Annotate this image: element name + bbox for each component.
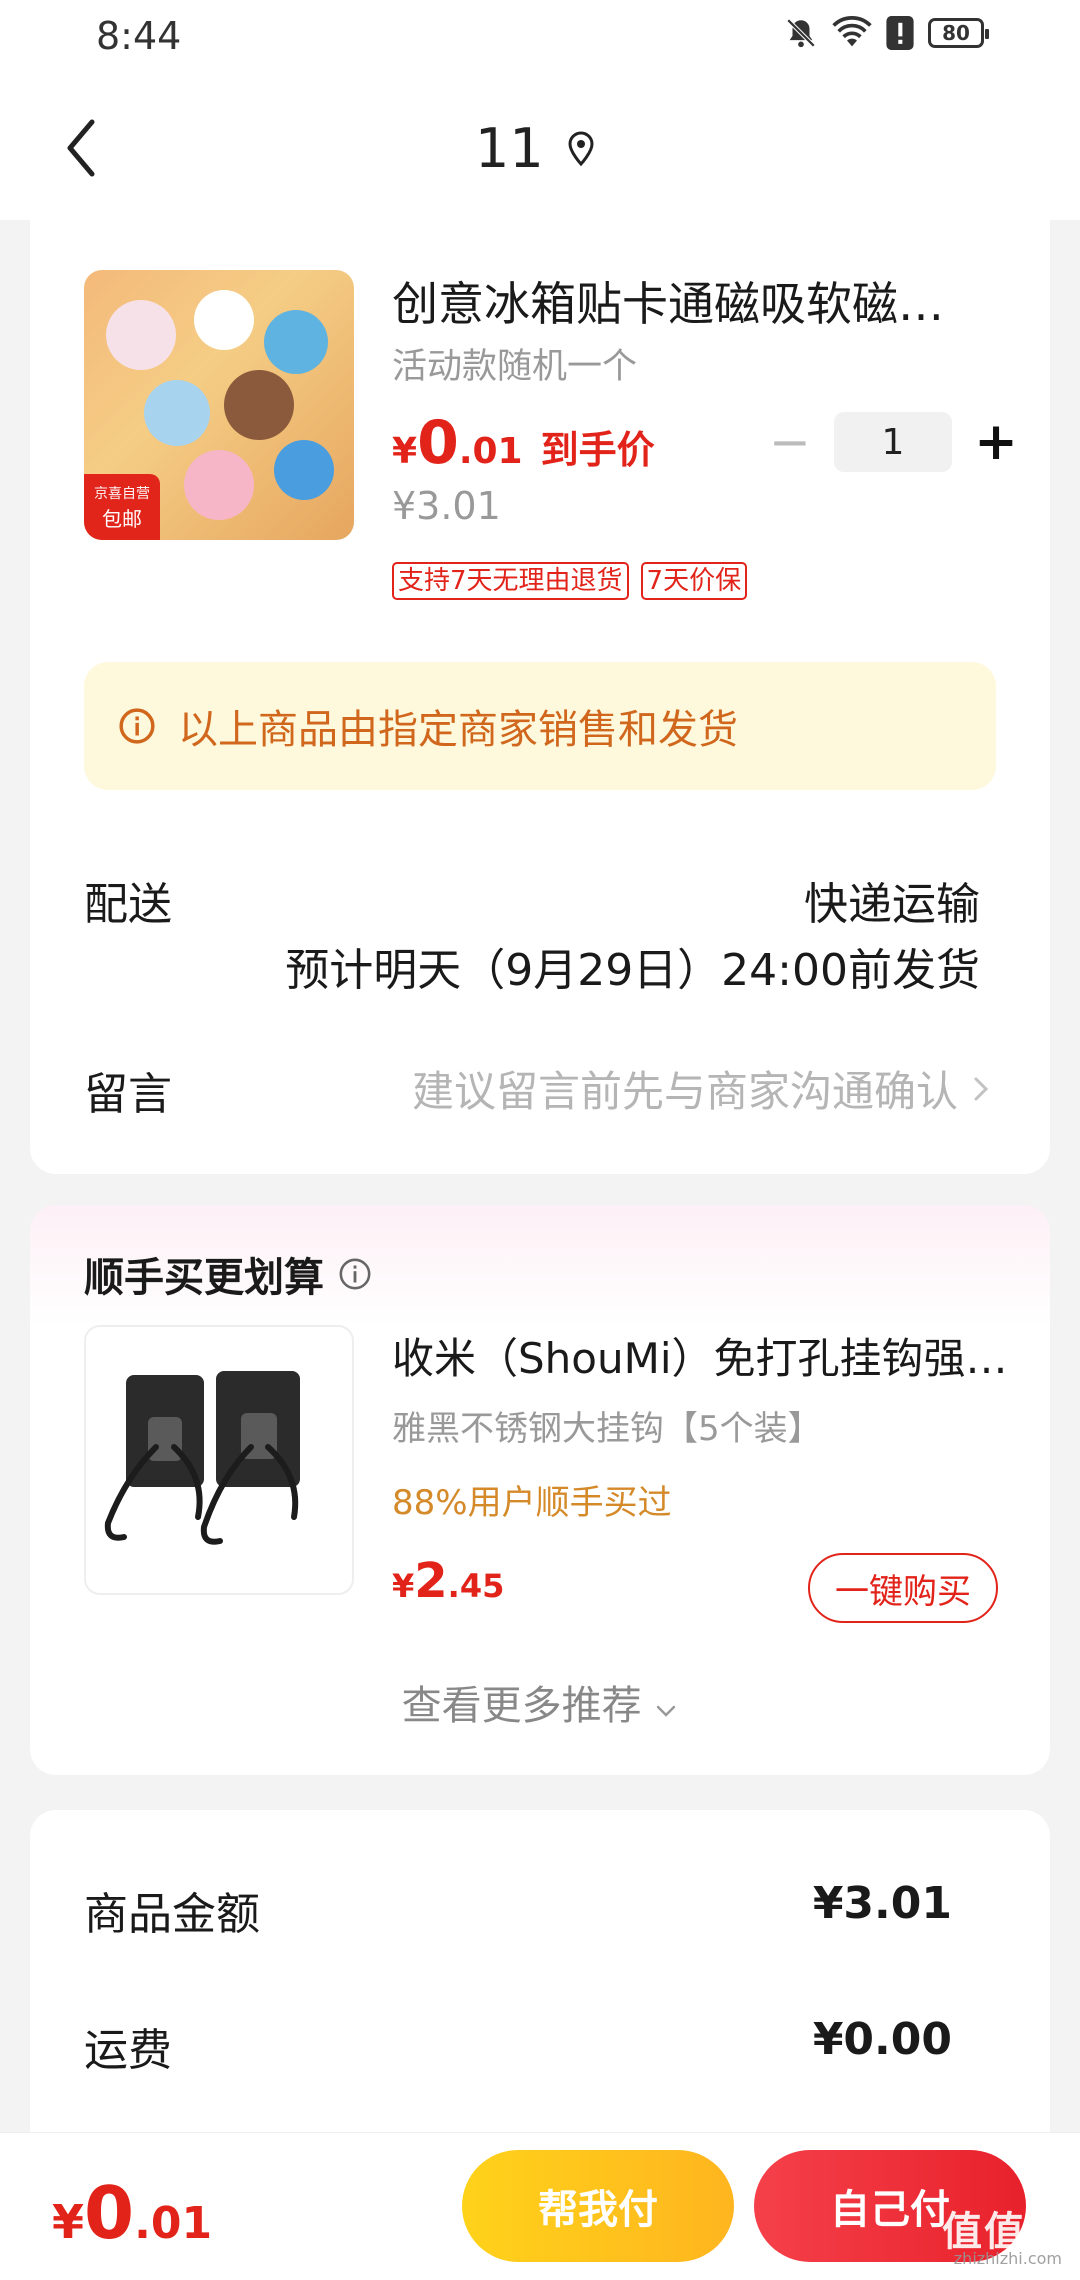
thumb-shape — [184, 450, 254, 520]
delivery-method[interactable]: 快递运输 — [804, 868, 980, 932]
chevron-right-icon — [974, 1077, 989, 1100]
product-spec[interactable]: 活动款随机一个 — [392, 338, 637, 389]
message-placeholder: 建议留言前先与商家沟通确认 — [411, 1067, 958, 1116]
price-currency: ¥ — [392, 431, 418, 472]
price-integer: 0 — [417, 408, 459, 478]
back-arrow-icon[interactable] — [58, 112, 108, 182]
price-decimal: .01 — [134, 2198, 213, 2249]
battery-level: 80 — [942, 21, 970, 45]
page-title[interactable]: 11 — [475, 117, 544, 180]
quantity-stepper: − 1 + — [760, 412, 1026, 472]
quantity-minus-button[interactable]: − — [760, 412, 820, 472]
nav-bar: 11 — [0, 72, 1080, 220]
thumbnail-tag-top: 京喜自营 — [94, 485, 150, 502]
info-icon — [119, 708, 155, 744]
checkout-bar: ¥ 0 .01 帮我付 自己付 值值值 zhizhizhi.com — [0, 2132, 1080, 2280]
thumb-shape — [144, 380, 210, 446]
badge-return: 支持7天无理由退货 — [392, 562, 629, 600]
price-currency: ¥ — [52, 2195, 85, 2249]
delivery-eta: 预计明天（9月29日）24:00前发货 — [285, 945, 980, 996]
price-integer: 0 — [84, 2171, 135, 2255]
recommend-item-spec: 雅黑不锈钢大挂钩【5个装】 — [392, 1409, 822, 1449]
original-price: ¥3.01 — [392, 484, 501, 528]
seller-notice: 以上商品由指定商家销售和发货 — [84, 662, 996, 790]
battery-icon: 80 — [928, 18, 989, 48]
goods-amount-value: ¥3.01 — [812, 1878, 952, 1929]
delivery-label: 配送 — [84, 879, 172, 930]
wifi-icon — [832, 16, 872, 47]
status-bar: 8:44 80 — [0, 0, 1080, 72]
recommend-item-title[interactable]: 收米（ShouMi）免打孔挂钩强… — [392, 1325, 1018, 1386]
notice-text: 以上商品由指定商家销售和发货 — [178, 707, 738, 753]
watermark-url: zhizhizhi.com — [953, 2249, 1062, 2268]
thumbnail-tag: 京喜自营 包邮 — [84, 474, 160, 540]
price-decimal: .01 — [458, 431, 523, 472]
goods-amount-label: 商品金额 — [84, 1889, 260, 1940]
product-thumbnail[interactable]: 京喜自营 包邮 — [84, 270, 354, 540]
product-price: ¥ 0 .01 到手价 — [392, 408, 655, 478]
thumb-shape — [194, 290, 254, 350]
status-time: 8:44 — [96, 14, 182, 58]
shipping-fee-value: ¥0.00 — [812, 2014, 952, 2065]
thumb-shape — [106, 300, 176, 370]
alert-icon — [886, 16, 914, 50]
recommend-item-price: ¥ 2 .45 — [392, 1553, 504, 1609]
recommendation-card: 顺手买更划算 收米（ShouMi）免打孔挂钩强… 雅黑不锈钢大挂钩【5个装】 8… — [30, 1205, 1050, 1775]
thumb-shape — [264, 310, 328, 374]
thumb-shape — [224, 370, 294, 440]
shipping-fee-label: 运费 — [84, 2025, 172, 2076]
recommend-thumbnail[interactable] — [84, 1325, 354, 1595]
bell-off-icon — [786, 18, 816, 48]
service-badges: 支持7天无理由退货 7天价保 — [392, 562, 748, 600]
more-recommendations-label: 查看更多推荐 — [401, 1683, 642, 1729]
badge-price-protect: 7天价保 — [640, 562, 748, 600]
recommend-item-bought: 88%用户顺手买过 — [392, 1483, 672, 1523]
thumb-shape — [274, 440, 334, 500]
price-decimal: .45 — [447, 1567, 505, 1605]
product-card: 京喜自营 包邮 创意冰箱贴卡通磁吸软磁… 活动款随机一个 ¥ 0 .01 到手价… — [30, 200, 1050, 1174]
message-field[interactable]: 建议留言前先与商家沟通确认 — [412, 1058, 990, 1119]
more-recommendations-link[interactable]: 查看更多推荐 — [30, 1673, 1050, 1731]
product-title[interactable]: 创意冰箱贴卡通磁吸软磁… — [392, 268, 992, 334]
quantity-input[interactable]: 1 — [834, 412, 952, 472]
message-label: 留言 — [84, 1069, 172, 1120]
price-tag: 到手价 — [540, 428, 655, 472]
recommendation-title: 顺手买更划算 — [84, 1255, 324, 1301]
one-click-buy-button[interactable]: 一键购买 — [808, 1553, 998, 1623]
total-price: ¥ 0 .01 — [52, 2171, 212, 2255]
price-integer: 2 — [414, 1553, 448, 1609]
status-icons: 80 — [784, 16, 989, 50]
help-pay-button[interactable]: 帮我付 — [462, 2150, 734, 2262]
price-currency: ¥ — [392, 1567, 415, 1605]
thumbnail-tag-bottom: 包邮 — [102, 506, 142, 531]
recommendation-header: 顺手买更划算 — [84, 1245, 372, 1303]
chevron-down-icon — [657, 1705, 676, 1717]
info-icon[interactable] — [338, 1257, 372, 1291]
quantity-plus-button[interactable]: + — [966, 412, 1026, 472]
location-pin-icon[interactable] — [566, 130, 596, 168]
hook-product-image — [104, 1371, 300, 1545]
